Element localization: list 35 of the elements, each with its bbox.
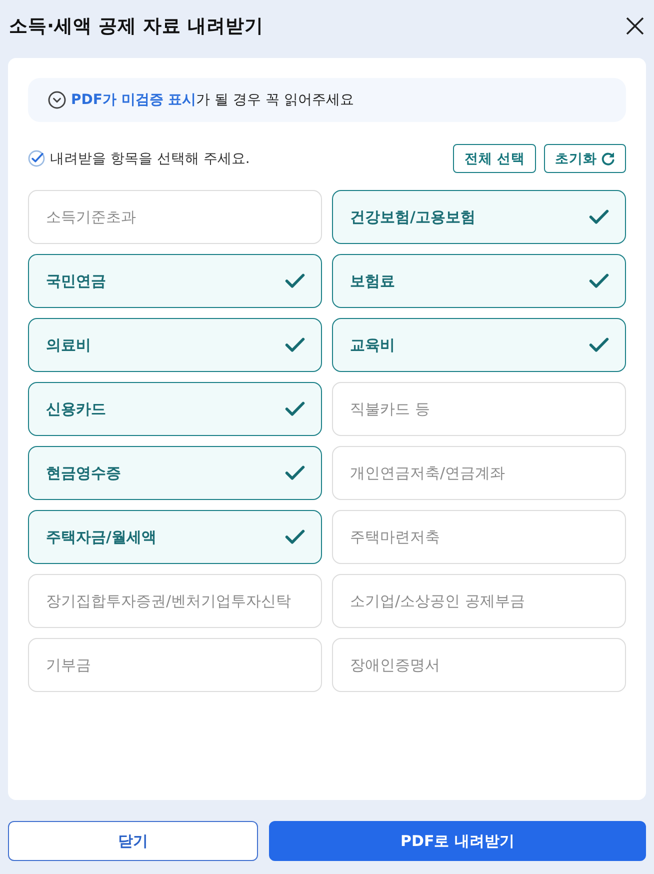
check-icon: [285, 337, 305, 353]
category-option[interactable]: 개인연금저축/연금계좌: [332, 446, 626, 500]
dialog-title: 소득·세액 공제 자료 내려받기: [9, 15, 264, 39]
category-option[interactable]: 기부금: [28, 638, 322, 692]
reset-button[interactable]: 초기화: [544, 144, 626, 173]
category-option[interactable]: 국민연금: [28, 254, 322, 308]
close-icon: [625, 16, 645, 36]
check-icon: [589, 337, 609, 353]
check-icon: [285, 529, 305, 545]
refresh-icon: [601, 152, 615, 166]
category-option[interactable]: 직불카드 등: [332, 382, 626, 436]
select-all-button[interactable]: 전체 선택: [453, 144, 536, 173]
check-icon: [285, 401, 305, 417]
chevron-circle-icon: [48, 91, 66, 109]
category-option[interactable]: 건강보험/고용보험: [332, 190, 626, 244]
category-option[interactable]: 장애인증명서: [332, 638, 626, 692]
notice-banner[interactable]: PDF가 미검증 표시가 될 경우 꼭 읽어주세요: [28, 78, 626, 122]
category-option[interactable]: 주택자금/월세액: [28, 510, 322, 564]
check-icon: [589, 209, 609, 225]
category-option[interactable]: 신용카드: [28, 382, 322, 436]
category-option[interactable]: 장기집합투자증권/벤처기업투자신탁: [28, 574, 322, 628]
check-icon: [285, 465, 305, 481]
instruction-text: 내려받을 항목을 선택해 주세요.: [50, 150, 250, 168]
category-option[interactable]: 현금영수증: [28, 446, 322, 500]
category-option[interactable]: 교육비: [332, 318, 626, 372]
category-option[interactable]: 소득기준초과: [28, 190, 322, 244]
category-option[interactable]: 소기업/소상공인 공제부금: [332, 574, 626, 628]
check-icon: [285, 273, 305, 289]
category-option[interactable]: 보험료: [332, 254, 626, 308]
check-icon: [589, 273, 609, 289]
category-option[interactable]: 의료비: [28, 318, 322, 372]
close-dialog-button[interactable]: 닫기: [8, 821, 258, 861]
download-pdf-button[interactable]: PDF로 내려받기: [269, 821, 646, 861]
check-circle-icon: [28, 150, 45, 167]
category-option[interactable]: 주택마련저축: [332, 510, 626, 564]
